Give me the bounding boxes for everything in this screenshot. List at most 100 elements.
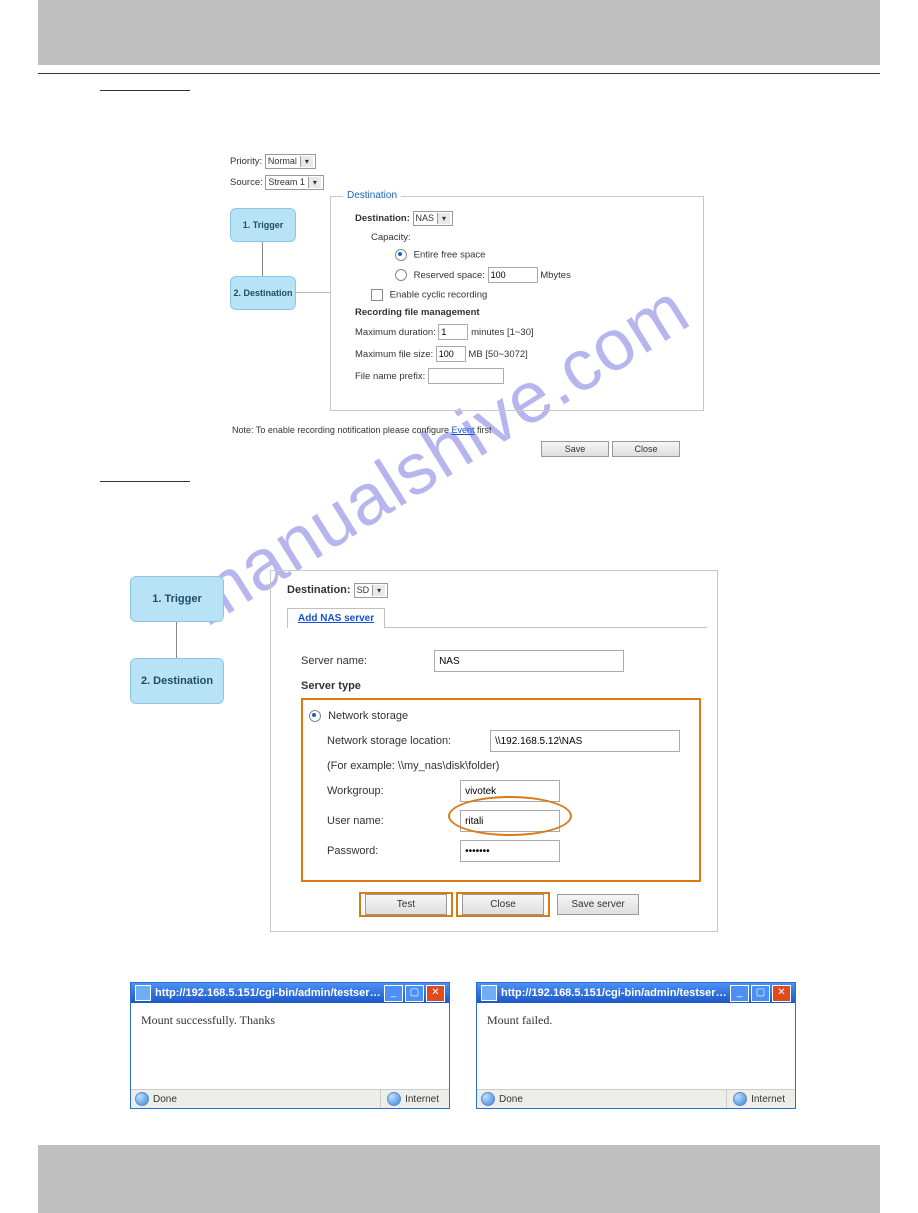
ie-icon [135,985,151,1001]
storage-location-input[interactable] [490,730,680,752]
destination-select[interactable]: SD▾ [354,583,389,598]
titlebar[interactable]: http://192.168.5.151/cgi-bin/admin/tests… [131,983,449,1003]
status-internet: Internet [405,1094,439,1105]
source-value: Stream 1 [268,177,305,187]
max-filesize-label: Maximum file size: [355,349,433,360]
recording-note: Note: To enable recording notification p… [232,425,818,435]
dropdown-icon: ▾ [372,585,385,596]
capacity-entire-radio[interactable] [395,249,407,261]
ie-icon [481,985,497,1001]
capacity-reserved-radio[interactable] [395,269,407,281]
wizard-step-destination[interactable]: 2. Destination [130,658,224,704]
network-storage-radio[interactable] [309,710,321,722]
test-button-highlight: Test [359,892,453,917]
storage-example-text: (For example: \\my_nas\disk\folder) [327,760,693,772]
dropdown-icon: ▾ [300,156,313,167]
status-internet: Internet [751,1094,785,1105]
username-label: User name: [327,815,457,827]
window-title: http://192.168.5.151/cgi-bin/admin/tests… [155,987,382,999]
reserved-space-input[interactable] [488,267,538,283]
dropdown-icon: ▾ [437,213,450,224]
reserved-unit: Mbytes [540,270,571,281]
capacity-entire-label: Entire free space [414,250,486,261]
add-nas-tab[interactable]: Add NAS server [287,608,385,628]
nas-panel: Destination: SD▾ Add NAS server Server n… [270,570,718,932]
wizard-step-trigger[interactable]: 1. Trigger [230,208,296,242]
max-duration-unit: minutes [1~30] [471,327,534,338]
capacity-reserved-label: Reserved space: [414,270,485,281]
priority-select[interactable]: Normal▾ [265,154,316,169]
status-bar: Done Internet [131,1089,449,1108]
header-band [38,0,880,65]
status-done: Done [499,1094,523,1105]
test-button[interactable]: Test [365,894,447,915]
maximize-button[interactable]: ▢ [751,985,770,1002]
section-underline-2 [100,471,190,482]
priority-label: Priority: [230,156,262,167]
wizard-line [296,292,330,293]
close-button-highlight: Close [456,892,550,917]
capacity-label: Capacity: [371,232,693,243]
event-link[interactable]: Event [451,425,474,435]
max-duration-label: Maximum duration: [355,327,436,338]
globe-icon [733,1092,747,1106]
storage-location-label: Network storage location: [327,735,487,747]
wizard-step-trigger[interactable]: 1. Trigger [130,576,224,622]
globe-icon [135,1092,149,1106]
wizard-connector [176,622,177,658]
ie-dialog-fail: http://192.168.5.151/cgi-bin/admin/tests… [476,982,796,1109]
maximize-button[interactable]: ▢ [405,985,424,1002]
close-button[interactable]: Close [462,894,544,915]
password-input[interactable] [460,840,560,862]
footer-band [38,1145,880,1213]
filename-prefix-label: File name prefix: [355,371,425,382]
save-button[interactable]: Save [541,441,609,457]
network-storage-label: Network storage [328,710,408,722]
filename-prefix-input[interactable] [428,368,504,384]
max-filesize-unit: MB [50~3072] [468,349,527,360]
server-type-heading: Server type [301,680,701,692]
close-button[interactable]: Close [612,441,680,457]
server-name-input[interactable] [434,650,624,672]
save-server-button[interactable]: Save server [557,894,639,915]
destination-select[interactable]: NAS▾ [413,211,454,226]
result-dialogs: http://192.168.5.151/cgi-bin/admin/tests… [130,982,818,1109]
close-button[interactable]: ✕ [426,985,445,1002]
destination-label: Destination: [287,584,351,596]
cyclic-recording-checkbox[interactable] [371,289,383,301]
dialog-body: Mount successfully. Thanks [131,1003,449,1089]
globe-icon [387,1092,401,1106]
panel-legend: Destination [343,190,401,201]
ie-dialog-success: http://192.168.5.151/cgi-bin/admin/tests… [130,982,450,1109]
username-input[interactable] [460,810,560,832]
section-underline-1 [100,80,190,91]
minimize-button[interactable]: _ [384,985,403,1002]
priority-value: Normal [268,156,297,166]
destination-label: Destination: [355,213,410,224]
max-filesize-input[interactable] [436,346,466,362]
cyclic-recording-label: Enable cyclic recording [390,290,488,301]
status-bar: Done Internet [477,1089,795,1108]
workgroup-input[interactable] [460,780,560,802]
source-select[interactable]: Stream 1▾ [265,175,324,190]
workgroup-label: Workgroup: [327,785,457,797]
titlebar[interactable]: http://192.168.5.151/cgi-bin/admin/tests… [477,983,795,1003]
close-button[interactable]: ✕ [772,985,791,1002]
destination-panel: Destination Destination: NAS▾ Capacity: … [330,196,704,411]
dropdown-icon: ▾ [308,177,321,188]
globe-icon [481,1092,495,1106]
recording-settings-figure: Priority: Normal▾ Source: Stream 1▾ 1. T… [230,154,818,457]
window-title: http://192.168.5.151/cgi-bin/admin/tests… [501,987,728,999]
dialog-body: Mount failed. [477,1003,795,1089]
wizard-step-destination[interactable]: 2. Destination [230,276,296,310]
minimize-button[interactable]: _ [730,985,749,1002]
status-done: Done [153,1094,177,1105]
highlight-box: Network storage Network storage location… [301,698,701,882]
max-duration-input[interactable] [438,324,468,340]
recording-file-heading: Recording file management [355,307,693,318]
server-name-label: Server name: [301,655,431,667]
wizard-connector [262,242,263,276]
source-label: Source: [230,177,263,188]
nas-server-figure: 1. Trigger 2. Destination Destination: S… [130,570,818,932]
password-label: Password: [327,845,457,857]
